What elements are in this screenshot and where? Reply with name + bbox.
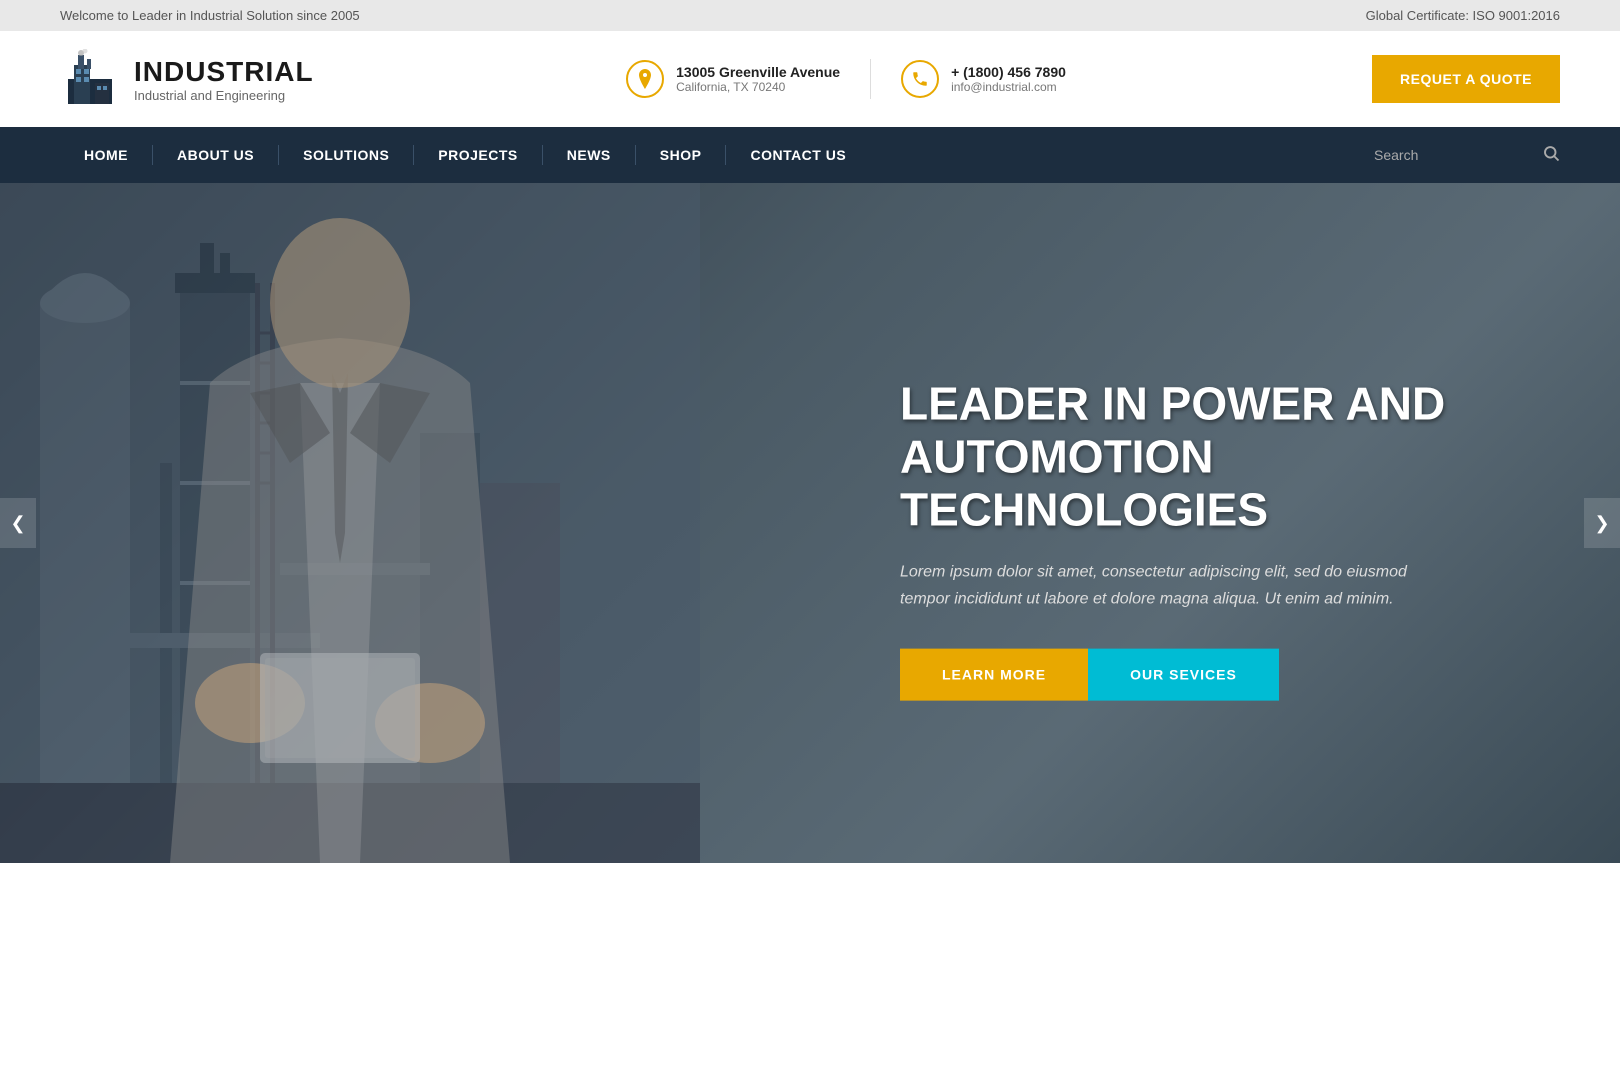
address-line1: 13005 Greenville Avenue (676, 64, 840, 80)
hero-section: LEADER IN POWER AND AUTOMOTION TECHNOLOG… (0, 183, 1620, 863)
certificate-text: Global Certificate: ISO 9001:2016 (1366, 8, 1560, 23)
header-contact-group: 13005 Greenville Avenue California, TX 7… (360, 59, 1332, 99)
phone-details: + (1800) 456 7890 info@industrial.com (951, 64, 1066, 94)
hero-buttons: LEARN MORE OUR SEVICES (900, 649, 1540, 701)
nav-link-shop[interactable]: SHOP (636, 127, 726, 183)
hero-prev-arrow[interactable]: ❮ (0, 498, 36, 548)
location-icon (626, 60, 664, 98)
learn-more-button[interactable]: LEARN MORE (900, 649, 1088, 701)
hero-title: LEADER IN POWER AND AUTOMOTION TECHNOLOG… (900, 378, 1540, 537)
logo-area: INDUSTRIAL Industrial and Engineering (60, 49, 320, 109)
logo-text-block: INDUSTRIAL Industrial and Engineering (134, 56, 314, 103)
phone-line1: + (1800) 456 7890 (951, 64, 1066, 80)
nav-item-news[interactable]: NEWS (543, 127, 635, 183)
logo-icon (60, 49, 120, 109)
address-details: 13005 Greenville Avenue California, TX 7… (676, 64, 840, 94)
phone-icon (901, 60, 939, 98)
navigation: HOME ABOUT US SOLUTIONS PROJECTS NEWS SH… (0, 127, 1620, 183)
nav-link-projects[interactable]: PROJECTS (414, 127, 541, 183)
nav-items: HOME ABOUT US SOLUTIONS PROJECTS NEWS SH… (60, 127, 1374, 183)
header: INDUSTRIAL Industrial and Engineering 13… (0, 31, 1620, 127)
nav-link-contact[interactable]: CONTACT US (726, 127, 870, 183)
our-services-button[interactable]: OUR SEVICES (1088, 649, 1279, 701)
phone-line2: info@industrial.com (951, 80, 1066, 94)
search-icon (1542, 144, 1560, 162)
search-input[interactable] (1374, 147, 1534, 163)
quote-button[interactable]: REQUET A QUOTE (1372, 55, 1560, 103)
address-line2: California, TX 70240 (676, 80, 840, 94)
nav-item-about[interactable]: ABOUT US (153, 127, 278, 183)
nav-item-home[interactable]: HOME (60, 127, 152, 183)
nav-link-home[interactable]: HOME (60, 127, 152, 183)
search-button[interactable] (1542, 144, 1560, 167)
person-silhouette-icon (50, 183, 630, 863)
top-bar: Welcome to Leader in Industrial Solution… (0, 0, 1620, 31)
contact-divider (870, 59, 871, 99)
nav-link-about[interactable]: ABOUT US (153, 127, 278, 183)
hero-content: LEADER IN POWER AND AUTOMOTION TECHNOLOG… (900, 378, 1540, 701)
nav-link-solutions[interactable]: SOLUTIONS (279, 127, 413, 183)
nav-item-shop[interactable]: SHOP (636, 127, 726, 183)
logo-subtitle: Industrial and Engineering (134, 88, 314, 103)
nav-item-solutions[interactable]: SOLUTIONS (279, 127, 413, 183)
chevron-right-icon: ❯ (1594, 513, 1609, 534)
phone-contact: + (1800) 456 7890 info@industrial.com (901, 60, 1066, 98)
nav-item-contact[interactable]: CONTACT US (726, 127, 870, 183)
logo-title: INDUSTRIAL (134, 56, 314, 88)
nav-search (1374, 144, 1560, 167)
nav-link-news[interactable]: NEWS (543, 127, 635, 183)
address-contact: 13005 Greenville Avenue California, TX 7… (626, 60, 840, 98)
welcome-text: Welcome to Leader in Industrial Solution… (60, 8, 360, 23)
hero-description: Lorem ipsum dolor sit amet, consectetur … (900, 558, 1460, 612)
hero-next-arrow[interactable]: ❯ (1584, 498, 1620, 548)
nav-item-projects[interactable]: PROJECTS (414, 127, 541, 183)
chevron-left-icon: ❮ (10, 513, 25, 534)
